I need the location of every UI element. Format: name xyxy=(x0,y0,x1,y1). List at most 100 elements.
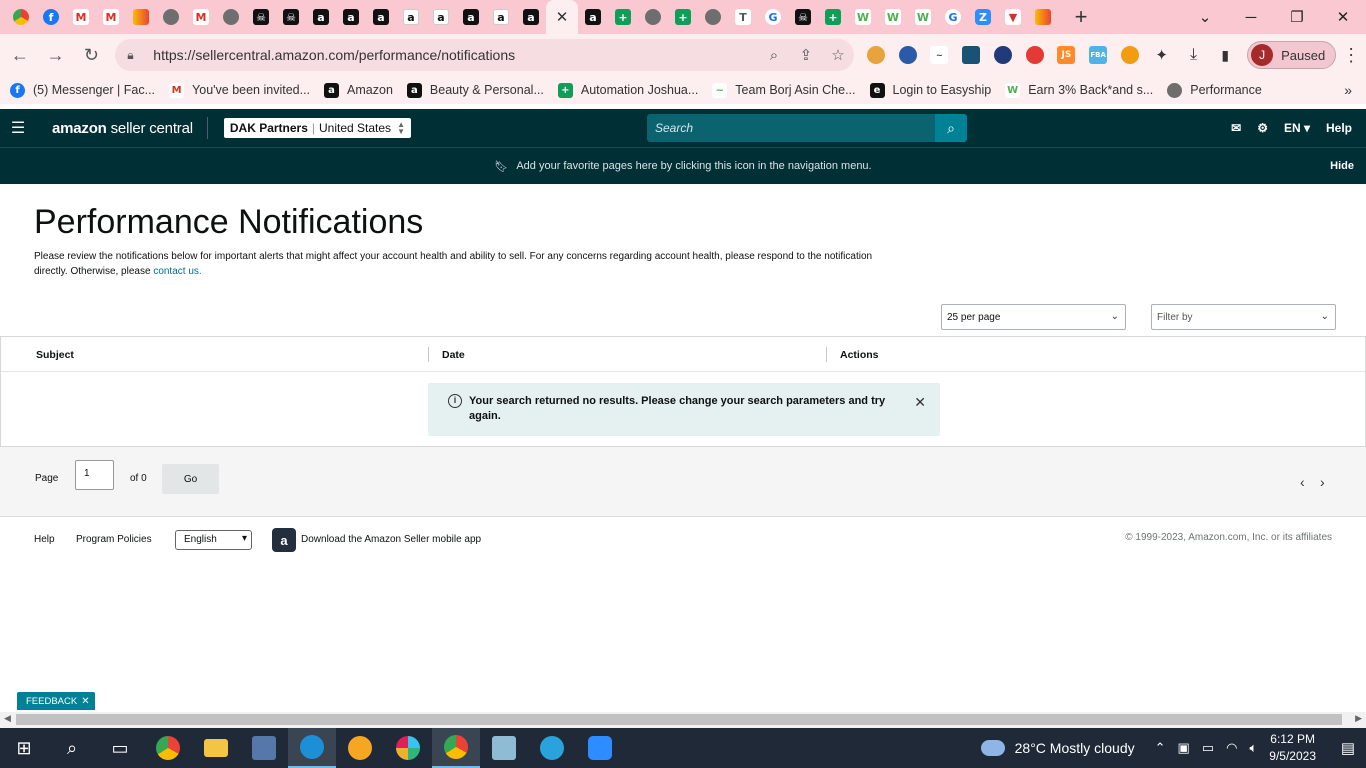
brand-logo[interactable]: amazon seller central xyxy=(52,120,193,137)
puzzle-icon[interactable]: ✦ xyxy=(1146,39,1178,71)
wifi-icon[interactable]: ◠ xyxy=(1226,740,1237,756)
back-icon[interactable]: ← xyxy=(4,39,36,71)
tab-pirate[interactable]: ☠ xyxy=(788,0,818,34)
tab-amazon[interactable]: a xyxy=(396,0,426,34)
tab-sheets[interactable]: + xyxy=(608,0,638,34)
start-button[interactable]: ⊞ xyxy=(0,728,48,768)
tab-pirate[interactable]: ☠ xyxy=(246,0,276,34)
extension-icon[interactable] xyxy=(1114,39,1146,71)
column-header-subject[interactable]: Subject xyxy=(36,337,74,372)
slack-taskbar-icon[interactable] xyxy=(384,728,432,768)
language-selector[interactable]: EN ▾ xyxy=(1284,121,1310,135)
tab-w[interactable]: W xyxy=(878,0,908,34)
extension-icon[interactable]: ~ xyxy=(923,39,955,71)
tab-gmail[interactable]: M xyxy=(186,0,216,34)
tab-globe[interactable] xyxy=(638,0,668,34)
per-page-select[interactable]: 25 per page ⌄ xyxy=(941,304,1126,330)
tab-sheets[interactable]: + xyxy=(818,0,848,34)
tab-facebook[interactable]: f xyxy=(36,0,66,34)
feedback-button[interactable]: FEEDBACK ✕ xyxy=(17,692,95,710)
forward-icon[interactable]: → xyxy=(40,39,72,71)
bookmark-item[interactable]: W Earn 3% Back*and s... xyxy=(1005,82,1153,98)
share-icon[interactable]: ⇪ xyxy=(790,46,822,64)
search-icon[interactable]: ⌕ xyxy=(48,728,96,768)
bookmarks-more-icon[interactable]: » xyxy=(1344,82,1352,98)
edge-taskbar-icon[interactable] xyxy=(288,728,336,768)
hide-link[interactable]: Hide xyxy=(1330,160,1354,172)
close-window-button[interactable]: ✕ xyxy=(1320,0,1366,34)
extension-icon[interactable] xyxy=(987,39,1019,71)
scrollbar-thumb[interactable] xyxy=(16,714,1342,725)
go-button[interactable]: Go xyxy=(162,464,219,494)
extension-icon[interactable] xyxy=(892,39,924,71)
chrome-profile-taskbar-icon[interactable] xyxy=(432,728,480,768)
tab-sheets[interactable]: + xyxy=(668,0,698,34)
tab-google[interactable]: G xyxy=(758,0,788,34)
extension-icon[interactable] xyxy=(860,39,892,71)
hamburger-menu-icon[interactable]: ☰ xyxy=(0,118,36,138)
tab-amazon[interactable]: a xyxy=(516,0,546,34)
bookmark-item[interactable]: e Login to Easyship xyxy=(869,82,991,98)
zoom-lens-icon[interactable]: ⌕ xyxy=(758,47,790,64)
tab-tool[interactable]: T xyxy=(728,0,758,34)
extension-icon[interactable] xyxy=(1019,39,1051,71)
tab-google[interactable]: G xyxy=(938,0,968,34)
bookmark-item[interactable]: + Automation Joshua... xyxy=(557,82,698,98)
bookmark-item[interactable]: a Beauty & Personal... xyxy=(406,82,544,98)
bookmark-item[interactable]: Performance xyxy=(1167,82,1262,98)
scroll-right-icon[interactable]: ▶ xyxy=(1355,713,1362,724)
tab-amazon[interactable]: a xyxy=(578,0,608,34)
tab-amazon[interactable]: a xyxy=(456,0,486,34)
task-view-icon[interactable]: ▭ xyxy=(96,728,144,768)
close-icon[interactable]: ✕ xyxy=(556,8,569,26)
telegram-taskbar-icon[interactable] xyxy=(528,728,576,768)
tab-w[interactable]: W xyxy=(848,0,878,34)
tab-globe[interactable] xyxy=(156,0,186,34)
new-tab-button[interactable]: + xyxy=(1064,4,1098,30)
bookmark-item[interactable]: ~ Team Borj Asin Che... xyxy=(712,82,856,98)
sidepanel-icon[interactable]: ▮ xyxy=(1209,39,1241,71)
star-icon[interactable]: ☆ xyxy=(822,46,854,64)
horizontal-scrollbar[interactable]: ◀ ▶ xyxy=(0,712,1366,728)
address-bar[interactable]: 🔒︎ https://sellercentral.amazon.com/perf… xyxy=(115,39,854,71)
tab-gmail[interactable]: M xyxy=(96,0,126,34)
bookmark-item[interactable]: a Amazon xyxy=(324,82,393,98)
extension-icon[interactable]: FBA xyxy=(1082,39,1114,71)
notification-icon[interactable]: ▤ xyxy=(1330,739,1366,757)
extension-icon[interactable] xyxy=(955,39,987,71)
minimize-button[interactable]: ─ xyxy=(1228,0,1274,34)
maximize-button[interactable]: ❐ xyxy=(1274,0,1320,34)
meet-icon[interactable]: ▣ xyxy=(1178,740,1190,756)
weather-widget[interactable]: 28°C Mostly cloudy xyxy=(980,740,1135,756)
program-policies-link[interactable]: Program Policies xyxy=(76,534,152,545)
gear-icon[interactable]: ⚙ xyxy=(1257,121,1268,135)
clock[interactable]: 6:12 PM 9/5/2023 xyxy=(1269,731,1316,765)
battery-icon[interactable]: ▭ xyxy=(1202,740,1214,756)
tab-globe[interactable] xyxy=(216,0,246,34)
bookmark-item[interactable]: f (5) Messenger | Fac... xyxy=(10,82,155,98)
zoom-taskbar-icon[interactable] xyxy=(576,728,624,768)
extension-icon[interactable]: JS xyxy=(1051,39,1083,71)
chevron-left-icon[interactable]: ‹ xyxy=(1300,474,1305,490)
download-app-link[interactable]: Download the Amazon Seller mobile app xyxy=(301,534,481,545)
tab-amazon[interactable]: a xyxy=(426,0,456,34)
search-icon[interactable]: ⌕ xyxy=(935,114,967,142)
tab-globe[interactable] xyxy=(698,0,728,34)
language-select[interactable]: English ▾ xyxy=(175,530,252,550)
tab-w[interactable]: W xyxy=(908,0,938,34)
bookmark-item[interactable]: M You've been invited... xyxy=(169,82,310,98)
tab-amazon[interactable]: a xyxy=(486,0,516,34)
brave-taskbar-icon[interactable] xyxy=(336,728,384,768)
contact-us-link[interactable]: contact us. xyxy=(153,266,201,277)
tab-search-button[interactable]: ⌄ xyxy=(1182,0,1228,34)
tab-active[interactable]: ✕ xyxy=(546,0,578,34)
column-header-actions[interactable]: Actions xyxy=(840,337,879,372)
tab-pirate[interactable]: ☠ xyxy=(276,0,306,34)
download-icon[interactable]: ⤓ xyxy=(1178,39,1210,71)
tab-amazon[interactable]: a xyxy=(336,0,366,34)
filter-select[interactable]: Filter by ⌄ xyxy=(1151,304,1336,330)
url-text[interactable]: https://sellercentral.amazon.com/perform… xyxy=(153,47,758,63)
kebab-menu-icon[interactable]: ⋮ xyxy=(1336,45,1366,66)
tab-amazon[interactable]: a xyxy=(306,0,336,34)
chevron-up-icon[interactable]: ⌃ xyxy=(1155,740,1166,756)
